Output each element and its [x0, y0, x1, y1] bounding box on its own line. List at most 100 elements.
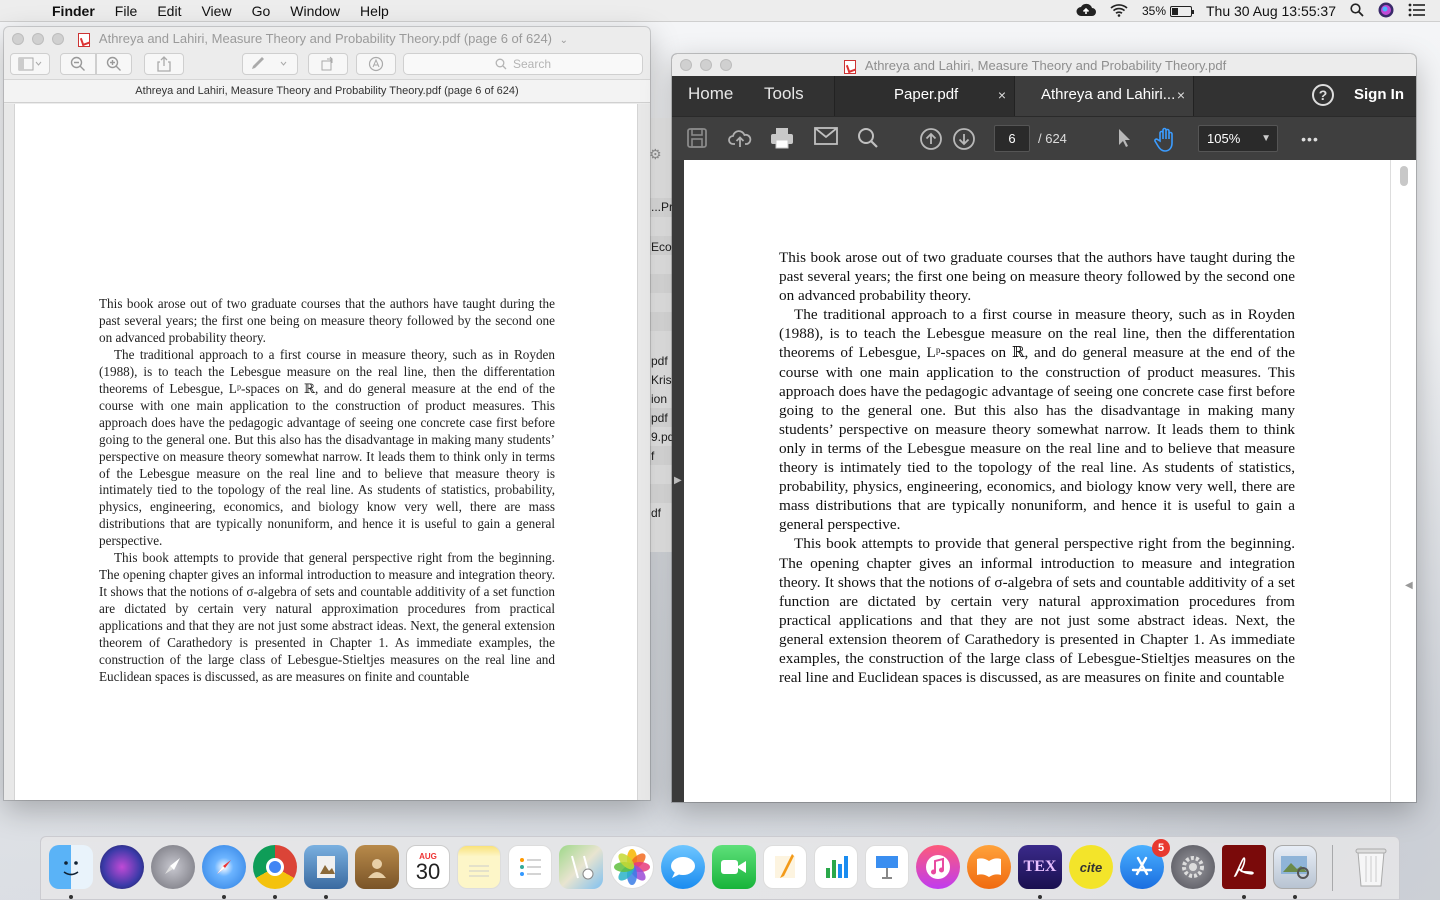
search-field[interactable]: Search — [403, 53, 643, 75]
notification-center-icon[interactable] — [1408, 3, 1426, 20]
menu-help[interactable]: Help — [360, 3, 389, 19]
launchpad-icon[interactable] — [151, 845, 195, 889]
scrollbar-thumb[interactable] — [1400, 166, 1408, 186]
previous-page-icon[interactable] — [919, 127, 943, 151]
menu-view[interactable]: View — [201, 3, 231, 19]
cloud-upload-icon[interactable] — [728, 127, 752, 151]
minimize-button[interactable] — [700, 59, 712, 71]
photos-icon[interactable] — [610, 845, 654, 889]
chrome-icon[interactable] — [253, 845, 297, 889]
finder-file-item[interactable]: ...Pr — [651, 200, 673, 214]
close-button[interactable] — [680, 59, 692, 71]
finder-file-item[interactable]: Eco — [651, 240, 672, 254]
markup-pen-button[interactable] — [242, 53, 298, 75]
page-number-input[interactable]: 6 — [994, 125, 1030, 152]
menu-window[interactable]: Window — [290, 3, 340, 19]
zoom-select[interactable]: 105% ▼ — [1198, 125, 1278, 152]
help-icon[interactable]: ? — [1312, 84, 1334, 106]
preview-screenshot-icon[interactable] — [1273, 845, 1317, 889]
tab-home[interactable]: Home — [688, 84, 733, 104]
numbers-icon[interactable] — [814, 845, 858, 889]
rotate-button[interactable] — [308, 53, 348, 75]
preview-window-title[interactable]: Athreya and Lahiri, Measure Theory and P… — [99, 31, 552, 46]
notification-badge: 5 — [1152, 839, 1170, 857]
zoom-button[interactable] — [52, 32, 64, 45]
chevron-down-icon: ▼ — [1261, 133, 1271, 144]
system-preferences-icon[interactable] — [1171, 845, 1215, 889]
acrobat-document-area[interactable]: ▶ This book arose out of two graduate co… — [672, 160, 1416, 802]
wifi-icon[interactable] — [1110, 3, 1128, 20]
menu-go[interactable]: Go — [252, 3, 271, 19]
chevron-down-icon[interactable]: ⌄ — [560, 35, 568, 46]
battery-icon[interactable] — [1170, 5, 1194, 17]
app-menu-finder[interactable]: Finder — [52, 3, 95, 19]
right-panel-toggle-icon[interactable]: ◀ — [1405, 580, 1413, 591]
pdf-file-icon — [78, 32, 90, 47]
zoom-out-button[interactable] — [60, 53, 96, 75]
more-options-icon[interactable]: ••• — [1298, 127, 1322, 151]
pdf-page[interactable]: This book arose out of two graduate cour… — [14, 104, 638, 800]
messages-icon[interactable] — [661, 845, 705, 889]
search-icon[interactable] — [856, 127, 880, 151]
calendar-icon[interactable]: AUG 30 — [406, 845, 450, 889]
close-tab-icon[interactable]: × — [1177, 87, 1185, 103]
texshop-icon[interactable]: TEX — [1018, 845, 1062, 889]
adobe-acrobat-icon[interactable] — [1222, 845, 1266, 889]
vertical-scrollbar[interactable] — [1390, 160, 1416, 802]
gear-icon[interactable]: ⚙ — [649, 146, 662, 163]
preview-titlebar[interactable]: Athreya and Lahiri, Measure Theory and P… — [4, 27, 650, 49]
next-page-icon[interactable] — [952, 127, 976, 151]
pdf-page[interactable]: This book arose out of two graduate cour… — [684, 160, 1390, 802]
menu-edit[interactable]: Edit — [157, 3, 181, 19]
notes-icon[interactable] — [457, 845, 501, 889]
preview-content-area[interactable]: This book arose out of two graduate cour… — [4, 104, 650, 800]
tab-athreya-lahiri[interactable]: Athreya and Lahiri... × — [1014, 76, 1194, 116]
select-tool-icon[interactable] — [1112, 127, 1136, 151]
email-icon[interactable] — [814, 127, 838, 151]
close-tab-icon[interactable]: × — [998, 87, 1006, 103]
finder-icon[interactable] — [49, 845, 93, 889]
preview-app-icon[interactable] — [304, 845, 348, 889]
sidebar-toggle-button[interactable] — [10, 53, 50, 75]
pages-icon[interactable] — [763, 845, 807, 889]
finder-file-item[interactable]: 9.pd — [651, 430, 674, 444]
finder-file-item[interactable]: f — [651, 449, 654, 463]
safari-icon[interactable] — [202, 845, 246, 889]
itunes-icon[interactable] — [916, 845, 960, 889]
trash-icon[interactable] — [1349, 845, 1393, 889]
menu-file[interactable]: File — [115, 3, 138, 19]
save-icon[interactable] — [685, 127, 709, 151]
siri-icon[interactable] — [100, 845, 144, 889]
finder-file-item[interactable]: df — [651, 506, 661, 520]
clock[interactable]: Thu 30 Aug 13:55:37 — [1206, 3, 1336, 19]
cloud-upload-icon[interactable] — [1076, 3, 1096, 20]
app-store-icon[interactable]: 5 — [1120, 839, 1170, 889]
facetime-icon[interactable] — [712, 845, 756, 889]
tab-paper-pdf[interactable]: Paper.pdf × — [834, 76, 1014, 116]
finder-file-item[interactable]: pdf — [651, 354, 668, 368]
preview-window[interactable]: Athreya and Lahiri, Measure Theory and P… — [4, 27, 650, 800]
close-button[interactable] — [12, 32, 24, 45]
hand-tool-icon[interactable] — [1154, 127, 1178, 152]
contacts-icon[interactable] — [355, 845, 399, 889]
reminders-icon[interactable] — [508, 845, 552, 889]
print-icon[interactable] — [770, 127, 794, 151]
ibooks-icon[interactable] — [967, 845, 1011, 889]
share-button[interactable] — [144, 53, 184, 75]
maps-icon[interactable] — [559, 845, 603, 889]
acrobat-window[interactable]: Athreya and Lahiri, Measure Theory and P… — [672, 54, 1416, 802]
markup-toolbar-button[interactable] — [356, 53, 396, 75]
left-panel-toggle-icon[interactable]: ▶ — [674, 475, 682, 486]
sign-in-button[interactable]: Sign In — [1354, 86, 1404, 103]
finder-file-item[interactable]: ion — [651, 392, 667, 406]
zoom-in-button[interactable] — [96, 53, 132, 75]
zoom-button[interactable] — [720, 59, 732, 71]
minimize-button[interactable] — [32, 32, 44, 45]
acrobat-titlebar[interactable]: Athreya and Lahiri, Measure Theory and P… — [672, 54, 1416, 76]
finder-file-item[interactable]: pdf — [651, 411, 668, 425]
citavi-icon[interactable]: cite — [1069, 845, 1113, 889]
keynote-icon[interactable] — [865, 845, 909, 889]
spotlight-icon[interactable] — [1350, 2, 1364, 20]
tab-tools[interactable]: Tools — [764, 84, 804, 104]
siri-icon[interactable] — [1378, 2, 1394, 21]
